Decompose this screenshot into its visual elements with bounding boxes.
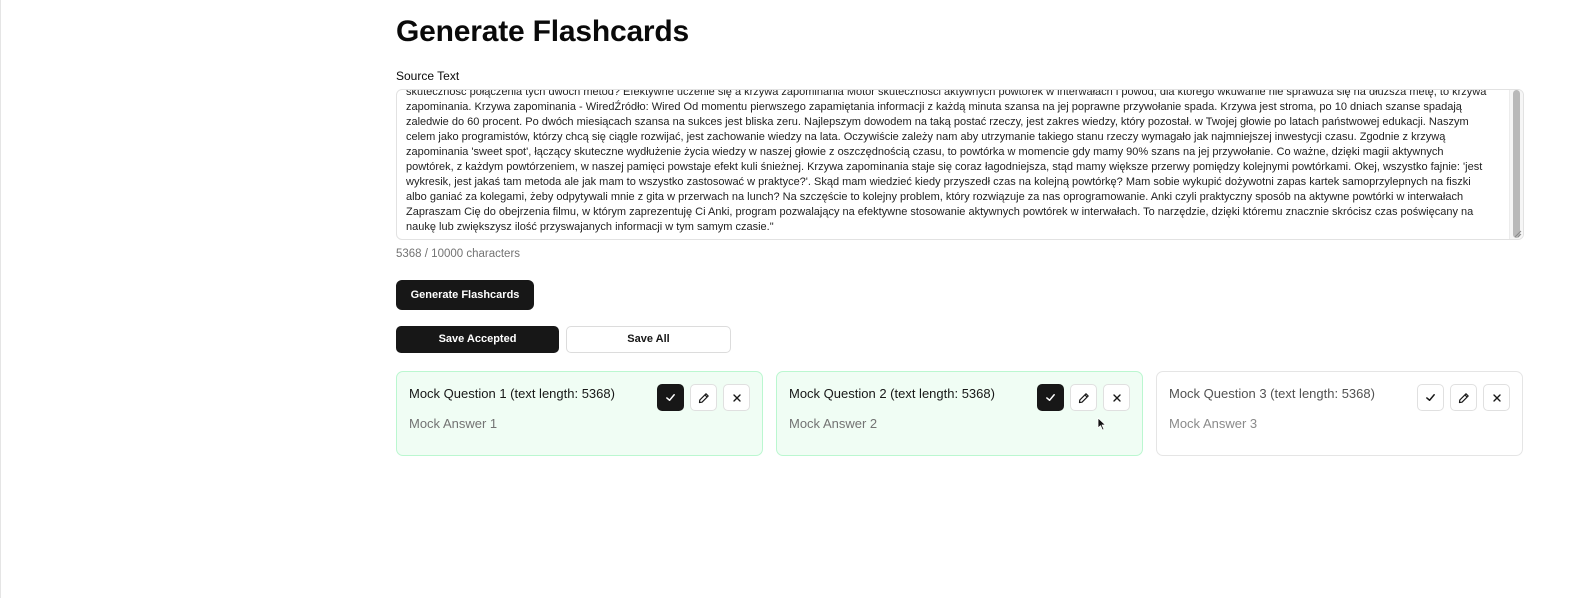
flashcard-question: Mock Question 1 (text length: 5368) (409, 386, 615, 401)
accept-button[interactable] (1417, 384, 1444, 411)
page-title: Generate Flashcards (396, 15, 690, 48)
pencil-icon (698, 392, 709, 403)
save-all-button[interactable]: Save All (566, 326, 731, 353)
flashcard-actions (1037, 384, 1130, 411)
flashcard-question: Mock Question 2 (text length: 5368) (789, 386, 995, 401)
close-icon (732, 393, 741, 402)
accept-button[interactable] (657, 384, 684, 411)
pencil-icon (1078, 392, 1089, 403)
close-icon (1112, 393, 1121, 402)
flashcard-question: Mock Question 3 (text length: 5368) (1169, 386, 1375, 401)
close-icon (1492, 393, 1501, 402)
resize-grip-icon[interactable] (1514, 230, 1522, 238)
flashcard-answer: Mock Answer 3 (1169, 416, 1258, 431)
source-text-viewport[interactable]: skuteczność połączenia tych dwóch metod?… (397, 90, 1505, 239)
source-text-textarea[interactable]: skuteczność połączenia tych dwóch metod?… (396, 89, 1524, 240)
check-icon (1046, 394, 1055, 401)
flashcard-actions (657, 384, 750, 411)
save-accepted-button[interactable]: Save Accepted (396, 326, 559, 353)
textarea-scrollbar[interactable] (1509, 90, 1523, 239)
reject-button[interactable] (723, 384, 750, 411)
flashcard-answer: Mock Answer 1 (409, 416, 498, 431)
pencil-icon (1458, 392, 1469, 403)
flashcard-actions (1417, 384, 1510, 411)
mouse-cursor-icon (1097, 417, 1106, 431)
save-actions: Save Accepted Save All (396, 326, 1524, 353)
source-text-content[interactable]: skuteczność połączenia tych dwóch metod?… (406, 90, 1492, 235)
flashcard-generator: Generate Flashcards Source Text skuteczn… (396, 14, 1524, 456)
check-icon (666, 394, 675, 401)
edit-button[interactable] (690, 384, 717, 411)
flashcard-card: Mock Question 1 (text length: 5368) Mock… (396, 371, 763, 456)
flashcard-answer: Mock Answer 2 (789, 416, 878, 431)
scrollbar-thumb[interactable] (1513, 90, 1520, 239)
flashcard-card: Mock Question 2 (text length: 5368) Mock… (776, 371, 1143, 456)
edit-button[interactable] (1070, 384, 1097, 411)
reject-button[interactable] (1483, 384, 1510, 411)
check-icon (1426, 394, 1435, 401)
generate-flashcards-button[interactable]: Generate Flashcards (396, 280, 534, 310)
reject-button[interactable] (1103, 384, 1130, 411)
accept-button[interactable] (1037, 384, 1064, 411)
flashcard-card: Mock Question 3 (text length: 5368) Mock… (1156, 371, 1523, 456)
window-edge (0, 0, 1, 598)
flashcard-list: Mock Question 1 (text length: 5368) Mock… (396, 371, 1524, 456)
edit-button[interactable] (1450, 384, 1477, 411)
character-counter: 5368 / 10000 characters (396, 248, 521, 260)
source-text-label: Source Text (396, 69, 460, 83)
